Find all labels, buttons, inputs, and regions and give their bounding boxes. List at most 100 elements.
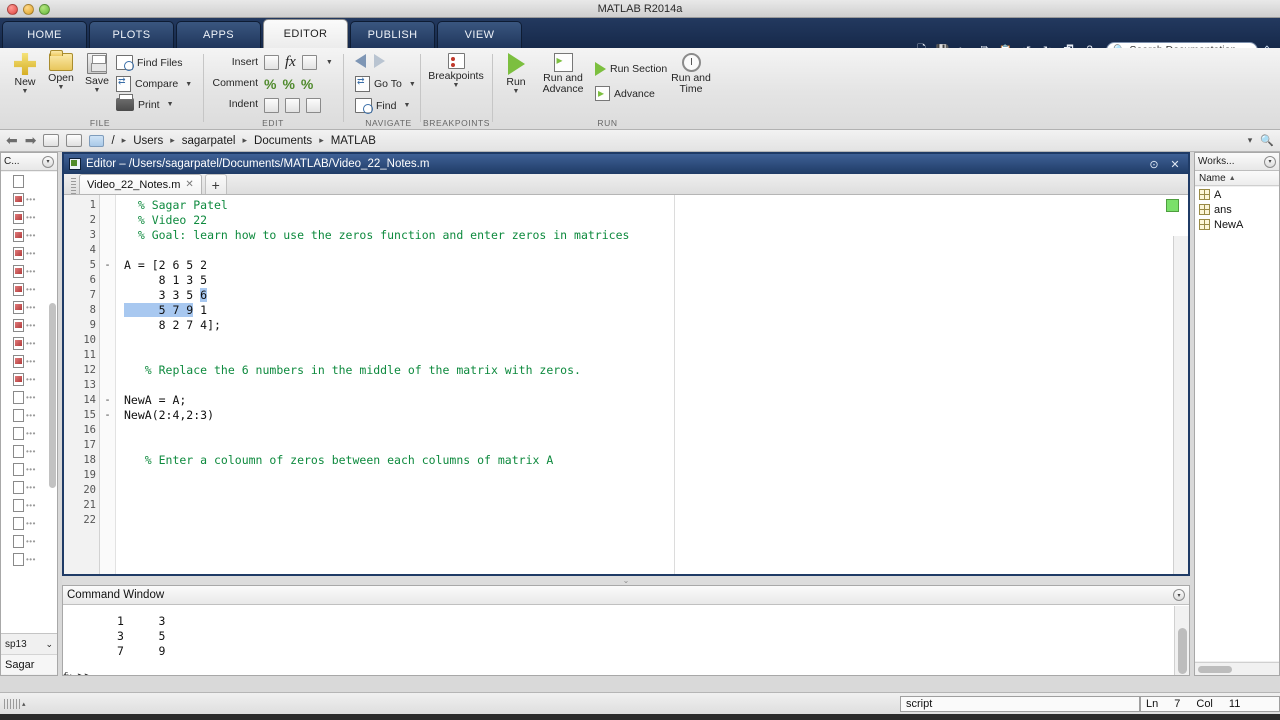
breakpoint-slot[interactable]	[100, 213, 115, 228]
command-window-scrollbar[interactable]	[1174, 606, 1189, 675]
breakpoint-slot[interactable]	[100, 453, 115, 468]
file-list-item[interactable]: •••	[1, 532, 57, 550]
breakpoint-slot[interactable]	[100, 303, 115, 318]
breadcrumb-sagarpatel[interactable]: sagarpatel	[182, 135, 236, 147]
breakpoint-slot[interactable]	[100, 483, 115, 498]
file-list-item[interactable]: •••	[1, 244, 57, 262]
workspace-variable-row[interactable]: ans	[1195, 202, 1279, 217]
code-line[interactable]: 5 7 9 1	[116, 303, 1188, 318]
save-button[interactable]: Save ▼	[76, 53, 118, 94]
close-icon[interactable]: ✕	[185, 179, 193, 190]
breakpoint-slot[interactable]	[100, 228, 115, 243]
code-line[interactable]: % Sagar Patel	[116, 198, 1188, 213]
insert-block-icon[interactable]	[264, 55, 279, 70]
code-line[interactable]: NewA = A;	[116, 393, 1188, 408]
breakpoint-slot[interactable]	[100, 333, 115, 348]
code-line[interactable]	[116, 513, 1188, 528]
code-line[interactable]	[116, 348, 1188, 363]
breakpoints-button[interactable]: Breakpoints ▼	[423, 53, 489, 89]
scrollbar-thumb[interactable]	[1178, 628, 1187, 674]
comment-percent-icon[interactable]: %	[264, 76, 276, 92]
executable-line-marker[interactable]: -	[100, 258, 115, 273]
file-list-item[interactable]: •••	[1, 190, 57, 208]
code-line[interactable]	[116, 423, 1188, 438]
breadcrumb-matlab[interactable]: MATLAB	[331, 135, 376, 147]
workspace-variable-list[interactable]: Aans NewA	[1195, 187, 1279, 661]
breakpoint-slot[interactable]	[100, 243, 115, 258]
tab-apps[interactable]: APPS	[176, 21, 261, 48]
close-window-button[interactable]	[7, 4, 18, 15]
editor-code-area[interactable]: % Sagar Patel % Video 22 % Goal: learn h…	[116, 195, 1188, 574]
breakpoint-slot[interactable]	[100, 378, 115, 393]
breakpoint-slot[interactable]	[100, 288, 115, 303]
breakpoint-slot[interactable]	[100, 363, 115, 378]
breakpoint-slot[interactable]	[100, 498, 115, 513]
code-line[interactable]: NewA(2:4,2:3)	[116, 408, 1188, 423]
file-list-item[interactable]: •••	[1, 550, 57, 568]
forward-arrow-icon[interactable]: ➡	[25, 132, 37, 149]
editor-command-splitter[interactable]: ⌄	[62, 576, 1190, 585]
run-section-button[interactable]: Run Section	[595, 62, 667, 76]
run-and-advance-button[interactable]: Run and Advance	[535, 53, 591, 95]
workspace-column-header[interactable]: Name ▲	[1195, 171, 1279, 186]
current-folder-selector[interactable]: sp13 ⌄	[1, 634, 57, 654]
current-folder-scrollbar[interactable]	[49, 303, 56, 488]
zoom-window-button[interactable]	[39, 4, 50, 15]
code-line[interactable]: % Video 22	[116, 213, 1188, 228]
indent-right-icon[interactable]	[285, 98, 300, 113]
code-line[interactable]: A = [2 6 5 2	[116, 258, 1188, 273]
workspace-variable-row[interactable]: A	[1195, 187, 1279, 202]
breakpoint-slot[interactable]	[100, 198, 115, 213]
scrollbar-thumb[interactable]	[1198, 666, 1232, 673]
code-line[interactable]: 3 3 5 6	[116, 288, 1188, 303]
code-line[interactable]	[116, 468, 1188, 483]
breadcrumb-root[interactable]: /	[111, 135, 114, 147]
advance-button[interactable]: Advance	[595, 86, 655, 101]
print-button[interactable]: Print ▼	[116, 94, 174, 111]
undock-icon[interactable]: ⊙	[1146, 158, 1162, 171]
code-line[interactable]: % Goal: learn how to use the zeros funct…	[116, 228, 1188, 243]
code-line[interactable]: 8 2 7 4];	[116, 318, 1188, 333]
run-button[interactable]: Run ▼	[499, 53, 533, 95]
back-arrow-icon[interactable]: ⬅	[6, 132, 18, 149]
browse-folder-icon[interactable]	[66, 134, 83, 147]
breakpoint-slot[interactable]	[100, 318, 115, 333]
breakpoint-slot[interactable]	[100, 273, 115, 288]
file-list-item[interactable]: •••	[1, 514, 57, 532]
file-list-item[interactable]: •••	[1, 208, 57, 226]
breakpoint-slot[interactable]	[100, 468, 115, 483]
find-files-button[interactable]: Find Files	[116, 55, 183, 71]
comment-buttons[interactable]: % % %	[264, 76, 313, 92]
code-line[interactable]	[116, 378, 1188, 393]
file-list-item[interactable]: •••	[1, 280, 57, 298]
workspace-horizontal-scrollbar[interactable]	[1195, 662, 1279, 675]
code-line[interactable]: 8 1 3 5	[116, 273, 1188, 288]
tab-bar-grip[interactable]	[71, 178, 76, 194]
chevron-down-icon[interactable]: ▾	[1264, 155, 1276, 168]
run-and-time-button[interactable]: Run and Time	[667, 53, 715, 95]
file-list-item[interactable]: •••	[1, 262, 57, 280]
tab-home[interactable]: HOME	[2, 21, 87, 48]
file-list-item[interactable]	[1, 172, 57, 190]
breadcrumb-users[interactable]: Users	[133, 135, 163, 147]
code-line[interactable]	[116, 333, 1188, 348]
insert-function-icon[interactable]	[301, 55, 317, 70]
code-analyzer-status-indicator[interactable]	[1166, 199, 1179, 212]
insert-buttons[interactable]: fx ▼	[264, 54, 333, 71]
up-folder-icon[interactable]	[43, 134, 60, 147]
executable-line-marker[interactable]: -	[100, 408, 115, 423]
search-icon[interactable]: 🔍	[1260, 134, 1274, 147]
tab-plots[interactable]: PLOTS	[89, 21, 174, 48]
fx-function-browser-icon[interactable]: fx	[63, 671, 71, 675]
minimize-window-button[interactable]	[23, 4, 34, 15]
wrap-comment-icon[interactable]: %	[301, 76, 313, 92]
smart-indent-icon[interactable]	[264, 98, 279, 113]
command-window-output[interactable]: 1 33 57 9 fx >>	[63, 606, 1174, 675]
workspace-variable-row[interactable]: NewA	[1195, 217, 1279, 232]
close-icon[interactable]: ✕	[1167, 158, 1183, 171]
tab-publish[interactable]: PUBLISH	[350, 21, 435, 48]
chevron-down-icon[interactable]: ▼	[326, 59, 333, 66]
indent-buttons[interactable]	[264, 98, 321, 113]
editor-tab-video-22-notes[interactable]: Video_22_Notes.m ✕	[79, 174, 202, 194]
code-line[interactable]	[116, 498, 1188, 513]
